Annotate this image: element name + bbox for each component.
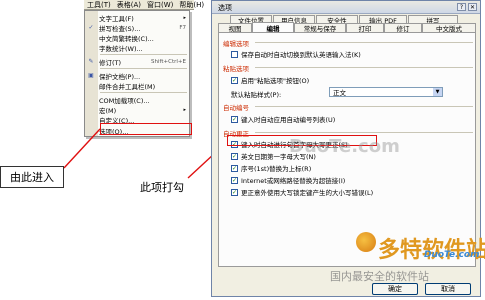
- default-paste-style-label: 默认粘贴样式(P):: [231, 91, 282, 99]
- group-divider: [255, 42, 473, 43]
- close-button[interactable]: ✕: [468, 3, 477, 11]
- option-caps-lock-correction[interactable]: ✓ 更正意外使用大写锁定键产生的大小写错误(L): [231, 187, 373, 197]
- help-button[interactable]: ?: [457, 3, 466, 11]
- brand-logo-icon: [356, 232, 376, 252]
- group-auto-numbering: 自动编号: [223, 104, 249, 112]
- dialog-titlebar: 选项 ? ✕: [212, 1, 480, 14]
- tab-view[interactable]: 视图: [218, 23, 252, 33]
- option-internet-hyperlinks[interactable]: ✓ Internet或网络路径替换为超链接(I): [231, 175, 345, 185]
- group-divider: [255, 132, 473, 133]
- tab-chinese-layout[interactable]: 中文版式: [422, 23, 476, 33]
- option-auto-numbering[interactable]: ✓ 键入时自动应用自动编号列表(U): [231, 114, 335, 124]
- checkbox-capitalize-date[interactable]: ✓: [231, 152, 238, 160]
- group-divider: [255, 67, 473, 68]
- option-auto-switch-ime[interactable]: 保存自动时自动切换到默认英语输入法(K): [231, 49, 361, 59]
- tab-print[interactable]: 打印: [346, 23, 384, 33]
- close-icon: ✕: [469, 3, 476, 11]
- option-paste-button[interactable]: ✓ 启用"粘贴选项"按钮(O): [231, 75, 309, 85]
- arrow-to-options: [63, 128, 101, 169]
- callout-enter-here: 由此进入: [0, 166, 64, 188]
- checkbox-caps-lock-correction[interactable]: ✓: [231, 188, 238, 196]
- watermark-slogan: 国内最安全的软件站: [330, 270, 429, 283]
- watermark-site: DuoTe.com: [424, 250, 480, 260]
- chevron-down-icon: ▼: [433, 88, 442, 96]
- option-ordinal-superscript[interactable]: ✓ 序号(1st)替换为上标(R): [231, 163, 311, 173]
- group-paste-options: 粘贴选项: [223, 65, 249, 73]
- checkbox-internet-hyperlinks[interactable]: ✓: [231, 176, 238, 184]
- group-edit-options: 编辑选项: [223, 40, 249, 48]
- watermark-url: DuoTe.com: [289, 136, 400, 157]
- checkbox-auto-numbering[interactable]: ✓: [231, 115, 238, 123]
- group-divider: [255, 106, 473, 107]
- help-icon: ?: [459, 3, 464, 11]
- tab-edit[interactable]: 编辑: [252, 22, 294, 33]
- ok-button[interactable]: 确定: [372, 283, 418, 295]
- cancel-button[interactable]: 取消: [425, 283, 471, 295]
- tab-revisions[interactable]: 修订: [384, 23, 422, 33]
- default-paste-style-select[interactable]: 正文 ▼: [329, 87, 443, 97]
- checkbox-ordinal-superscript[interactable]: ✓: [231, 164, 238, 172]
- checkbox-auto-switch-ime[interactable]: [231, 50, 238, 58]
- tab-general-save[interactable]: 常规与保存: [294, 23, 346, 33]
- checkbox-paste-button[interactable]: ✓: [231, 76, 238, 84]
- dialog-title: 选项: [218, 4, 232, 12]
- callout-check-this: 此项打勾: [140, 181, 184, 194]
